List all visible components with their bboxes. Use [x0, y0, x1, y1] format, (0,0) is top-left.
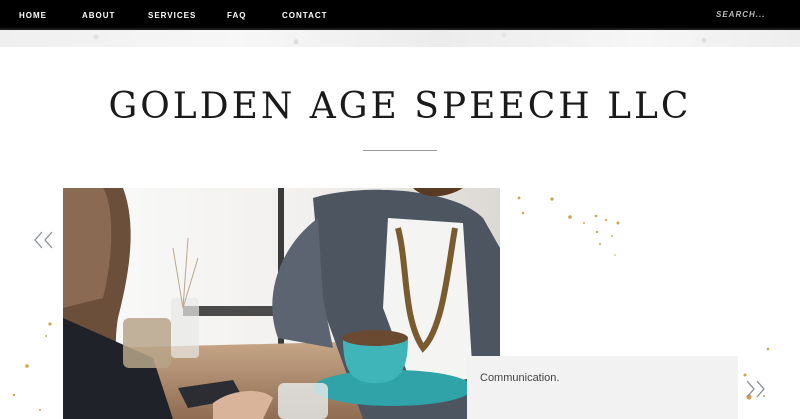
- nav-link-home[interactable]: HOME: [19, 11, 47, 20]
- previous-slide-arrow-icon[interactable]: [33, 231, 55, 249]
- slide-caption-text: Communication.: [480, 372, 560, 384]
- nav-link-services[interactable]: SERVICES: [148, 11, 196, 20]
- nav-link-about[interactable]: ABOUT: [82, 11, 115, 20]
- slide-caption-box: Communication.: [467, 356, 738, 419]
- next-slide-arrow-icon[interactable]: [744, 380, 766, 398]
- nav-link-faq[interactable]: FAQ: [227, 11, 246, 20]
- search-input[interactable]: [716, 10, 768, 19]
- hero-slide-photo: [63, 188, 500, 419]
- marble-texture-banner: [0, 30, 800, 47]
- site-title: GOLDEN AGE SPEECH LLC: [108, 86, 692, 127]
- title-divider: [363, 150, 437, 151]
- top-navigation-bar: HOME ABOUT SERVICES FAQ CONTACT: [0, 0, 800, 30]
- nav-link-contact[interactable]: CONTACT: [282, 11, 328, 20]
